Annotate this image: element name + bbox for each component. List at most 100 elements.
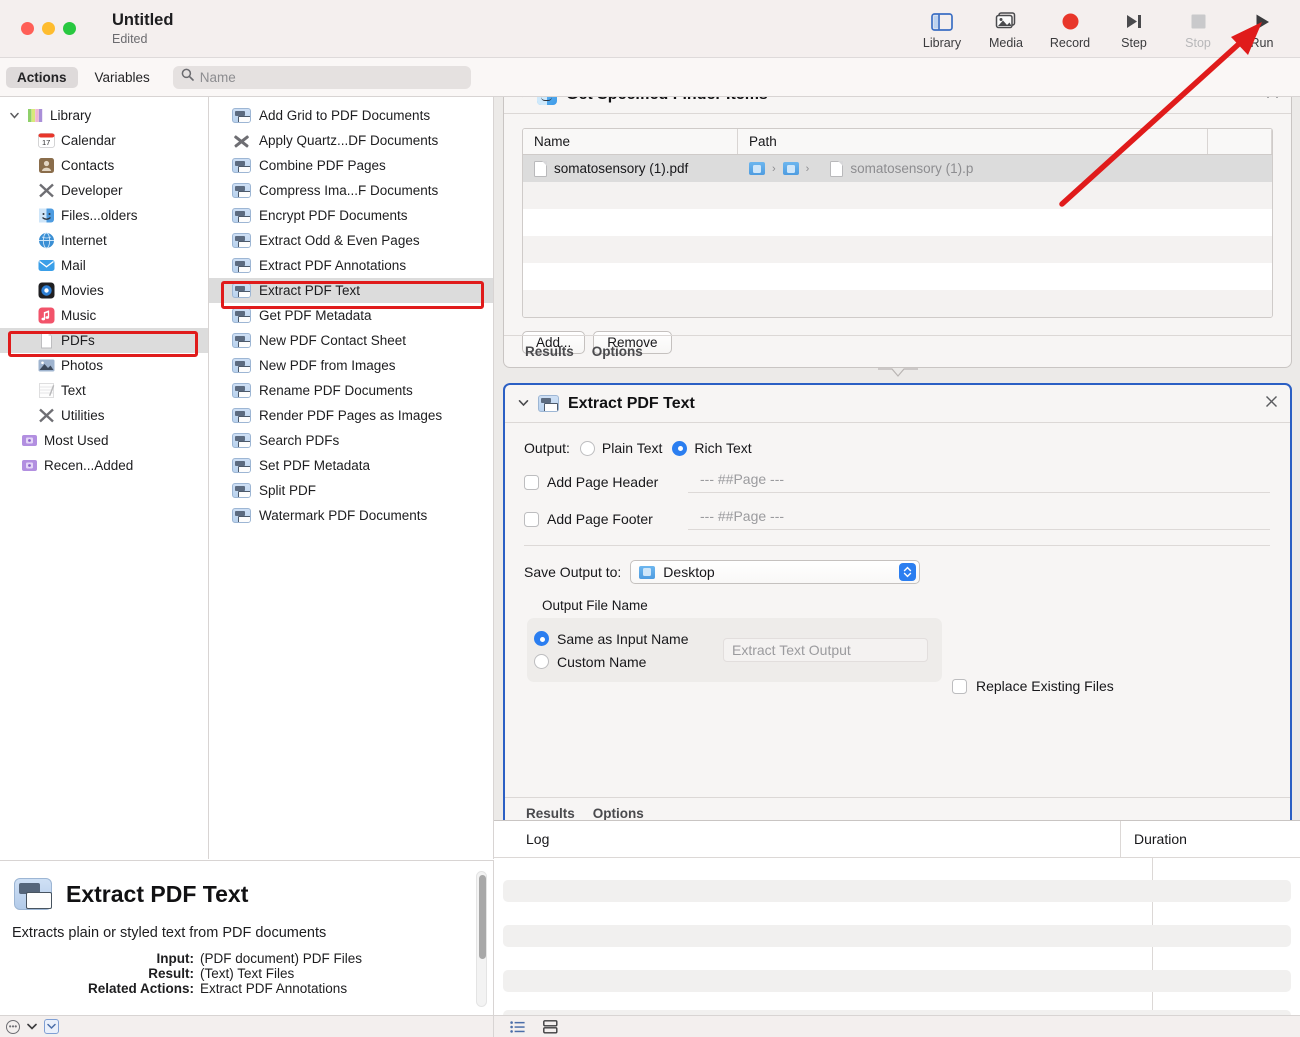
sidebar-item-movies[interactable]: Movies: [0, 278, 208, 303]
action-item-split-pdf[interactable]: Split PDF: [209, 478, 493, 503]
action-item-watermark-pdf-documents[interactable]: Watermark PDF Documents: [209, 503, 493, 528]
radio-button-on-icon[interactable]: [672, 440, 688, 456]
action-item-get-pdf-metadata[interactable]: Get PDF Metadata: [209, 303, 493, 328]
window-title-bar: Untitled Edited Library Media Record Ste…: [0, 0, 1300, 58]
actions-list[interactable]: Add Grid to PDF Documents Apply Quartz..…: [209, 97, 494, 859]
sidebar-item-calendar[interactable]: 17 Calendar: [0, 128, 208, 153]
close-window-button[interactable]: [21, 22, 34, 35]
finder-items-table[interactable]: Name Path somatosensory (1).pdf › › soma…: [522, 128, 1273, 318]
sidebar-item-music[interactable]: Music: [0, 303, 208, 328]
action-item-combine-pdf-pages[interactable]: Combine PDF Pages: [209, 153, 493, 178]
sidebar-item-pdfs[interactable]: PDFs: [0, 328, 208, 353]
workflow-action-get-specified-finder-items[interactable]: Get Specified Finder Items Name Path: [503, 97, 1292, 368]
custom-name-input[interactable]: Extract Text Output: [723, 638, 928, 662]
ellipsis-circle-icon[interactable]: •••: [6, 1019, 20, 1034]
radio-rich-text[interactable]: Rich Text: [672, 440, 752, 456]
page-header-input[interactable]: --- ##Page ---: [688, 471, 1270, 493]
options-tab[interactable]: Options: [593, 806, 644, 820]
toolbar-stop-button[interactable]: Stop: [1166, 3, 1230, 55]
page-footer-input[interactable]: --- ##Page ---: [688, 508, 1270, 530]
column-header-duration[interactable]: Duration: [1120, 821, 1300, 857]
action-item-apply-quartz-filter[interactable]: Apply Quartz...DF Documents: [209, 128, 493, 153]
pdf-action-icon: [232, 233, 251, 248]
action-item-compress-images[interactable]: Compress Ima...F Documents: [209, 178, 493, 203]
add-page-header-label: Add Page Header: [547, 474, 659, 490]
toolbar-run-button[interactable]: Run: [1230, 3, 1294, 55]
search-input[interactable]: Name: [172, 65, 471, 89]
checkbox-replace-existing-files[interactable]: [952, 678, 967, 694]
radio-button-off-icon[interactable]: [579, 440, 595, 456]
maximize-window-button[interactable]: [63, 22, 76, 35]
action-item-extract-pdf-text[interactable]: Extract PDF Text: [209, 278, 493, 303]
action-item-encrypt-pdf-documents[interactable]: Encrypt PDF Documents: [209, 203, 493, 228]
sidebar-item-photos[interactable]: Photos: [0, 353, 208, 378]
sidebar-item-mail-label: Mail: [61, 258, 86, 273]
sidebar-item-internet[interactable]: Internet: [0, 228, 208, 253]
chevron-down-icon[interactable]: [517, 97, 528, 101]
up-down-chevron-icon[interactable]: [899, 563, 917, 581]
action-item-search-pdfs[interactable]: Search PDFs: [209, 428, 493, 453]
sidebar-item-files-and-folders[interactable]: Files...olders: [0, 203, 208, 228]
minimize-window-button[interactable]: [42, 22, 55, 35]
checkbox-add-page-header[interactable]: [524, 474, 539, 490]
action-item-extract-pdf-annotations[interactable]: Extract PDF Annotations: [209, 253, 493, 278]
radio-button-on-icon[interactable]: [534, 631, 549, 646]
workflow-canvas[interactable]: Get Specified Finder Items Name Path: [494, 97, 1300, 820]
close-icon[interactable]: [1265, 395, 1278, 413]
action-item-extract-odd-even-pages[interactable]: Extract Odd & Even Pages: [209, 228, 493, 253]
column-header-path[interactable]: Path: [738, 129, 1208, 154]
action-item-render-pdf-pages-as-images[interactable]: Render PDF Pages as Images: [209, 403, 493, 428]
action-item-label: Encrypt PDF Documents: [259, 208, 408, 223]
radio-button-off-icon[interactable]: [534, 654, 549, 669]
radio-custom-name-label: Custom Name: [557, 653, 647, 670]
split-view-icon[interactable]: [543, 1019, 558, 1034]
description-scrollbar[interactable]: [476, 871, 487, 1007]
action-item-new-pdf-contact-sheet[interactable]: New PDF Contact Sheet: [209, 328, 493, 353]
disclosure-box-icon[interactable]: [44, 1019, 59, 1034]
sidebar-item-developer[interactable]: Developer: [0, 178, 208, 203]
action-item-add-grid-to-pdf-documents[interactable]: Add Grid to PDF Documents: [209, 103, 493, 128]
library-sidebar[interactable]: Library 17 Calendar Contacts Developer F…: [0, 97, 209, 859]
tab-variables[interactable]: Variables: [84, 67, 161, 88]
chevron-down-icon[interactable]: [27, 1022, 37, 1032]
action-header: Extract PDF Text: [505, 385, 1290, 423]
toolbar-library-button[interactable]: Library: [910, 3, 974, 55]
toolbar-record-button[interactable]: Record: [1038, 3, 1102, 55]
sidebar-item-text[interactable]: Text: [0, 378, 208, 403]
workflow-action-extract-pdf-text[interactable]: Extract PDF Text Output: Plain Text Rich…: [503, 383, 1292, 820]
description-scrollbar-thumb[interactable]: [479, 875, 486, 959]
toolbar-step-button[interactable]: Step: [1102, 3, 1166, 55]
sidebar-item-utilities[interactable]: Utilities: [0, 403, 208, 428]
workflow-bottom-bar: [494, 1015, 1300, 1037]
radio-plain-text[interactable]: Plain Text: [579, 440, 662, 456]
results-tab[interactable]: Results: [525, 344, 574, 359]
table-row[interactable]: somatosensory (1).pdf › › somatosensory …: [523, 155, 1272, 182]
list-view-icon[interactable]: [510, 1020, 525, 1033]
sidebar-item-most-used[interactable]: Most Used: [0, 428, 208, 453]
results-tab[interactable]: Results: [526, 806, 575, 820]
sidebar-item-contacts[interactable]: Contacts: [0, 153, 208, 178]
chevron-down-icon[interactable]: [518, 398, 529, 410]
close-icon[interactable]: [1266, 97, 1279, 104]
tab-actions[interactable]: Actions: [6, 66, 78, 88]
checkbox-add-page-footer[interactable]: [524, 511, 539, 527]
column-header-name[interactable]: Name: [523, 129, 738, 154]
radio-same-as-input-name[interactable]: Same as Input Name: [534, 627, 723, 650]
sidebar-item-calendar-label: Calendar: [61, 133, 116, 148]
action-item-set-pdf-metadata[interactable]: Set PDF Metadata: [209, 453, 493, 478]
home-folder-icon: [749, 162, 765, 175]
sidebar-item-mail[interactable]: Mail: [0, 253, 208, 278]
column-header-log[interactable]: Log: [494, 831, 1120, 847]
toolbar-media-button[interactable]: Media: [974, 3, 1038, 55]
sidebar-item-library[interactable]: Library: [0, 103, 208, 128]
action-item-new-pdf-from-images[interactable]: New PDF from Images: [209, 353, 493, 378]
options-tab[interactable]: Options: [592, 344, 643, 359]
sidebar-item-recently-added[interactable]: Recen...Added: [0, 453, 208, 478]
radio-custom-name[interactable]: Custom Name: [534, 650, 723, 673]
save-output-dropdown[interactable]: Desktop: [630, 560, 921, 584]
chevron-down-icon[interactable]: [8, 112, 21, 119]
action-item-label: Search PDFs: [259, 433, 340, 448]
window-controls[interactable]: [21, 22, 76, 35]
action-item-rename-pdf-documents[interactable]: Rename PDF Documents: [209, 378, 493, 403]
replace-existing-files-row[interactable]: Replace Existing Files: [952, 678, 1114, 694]
